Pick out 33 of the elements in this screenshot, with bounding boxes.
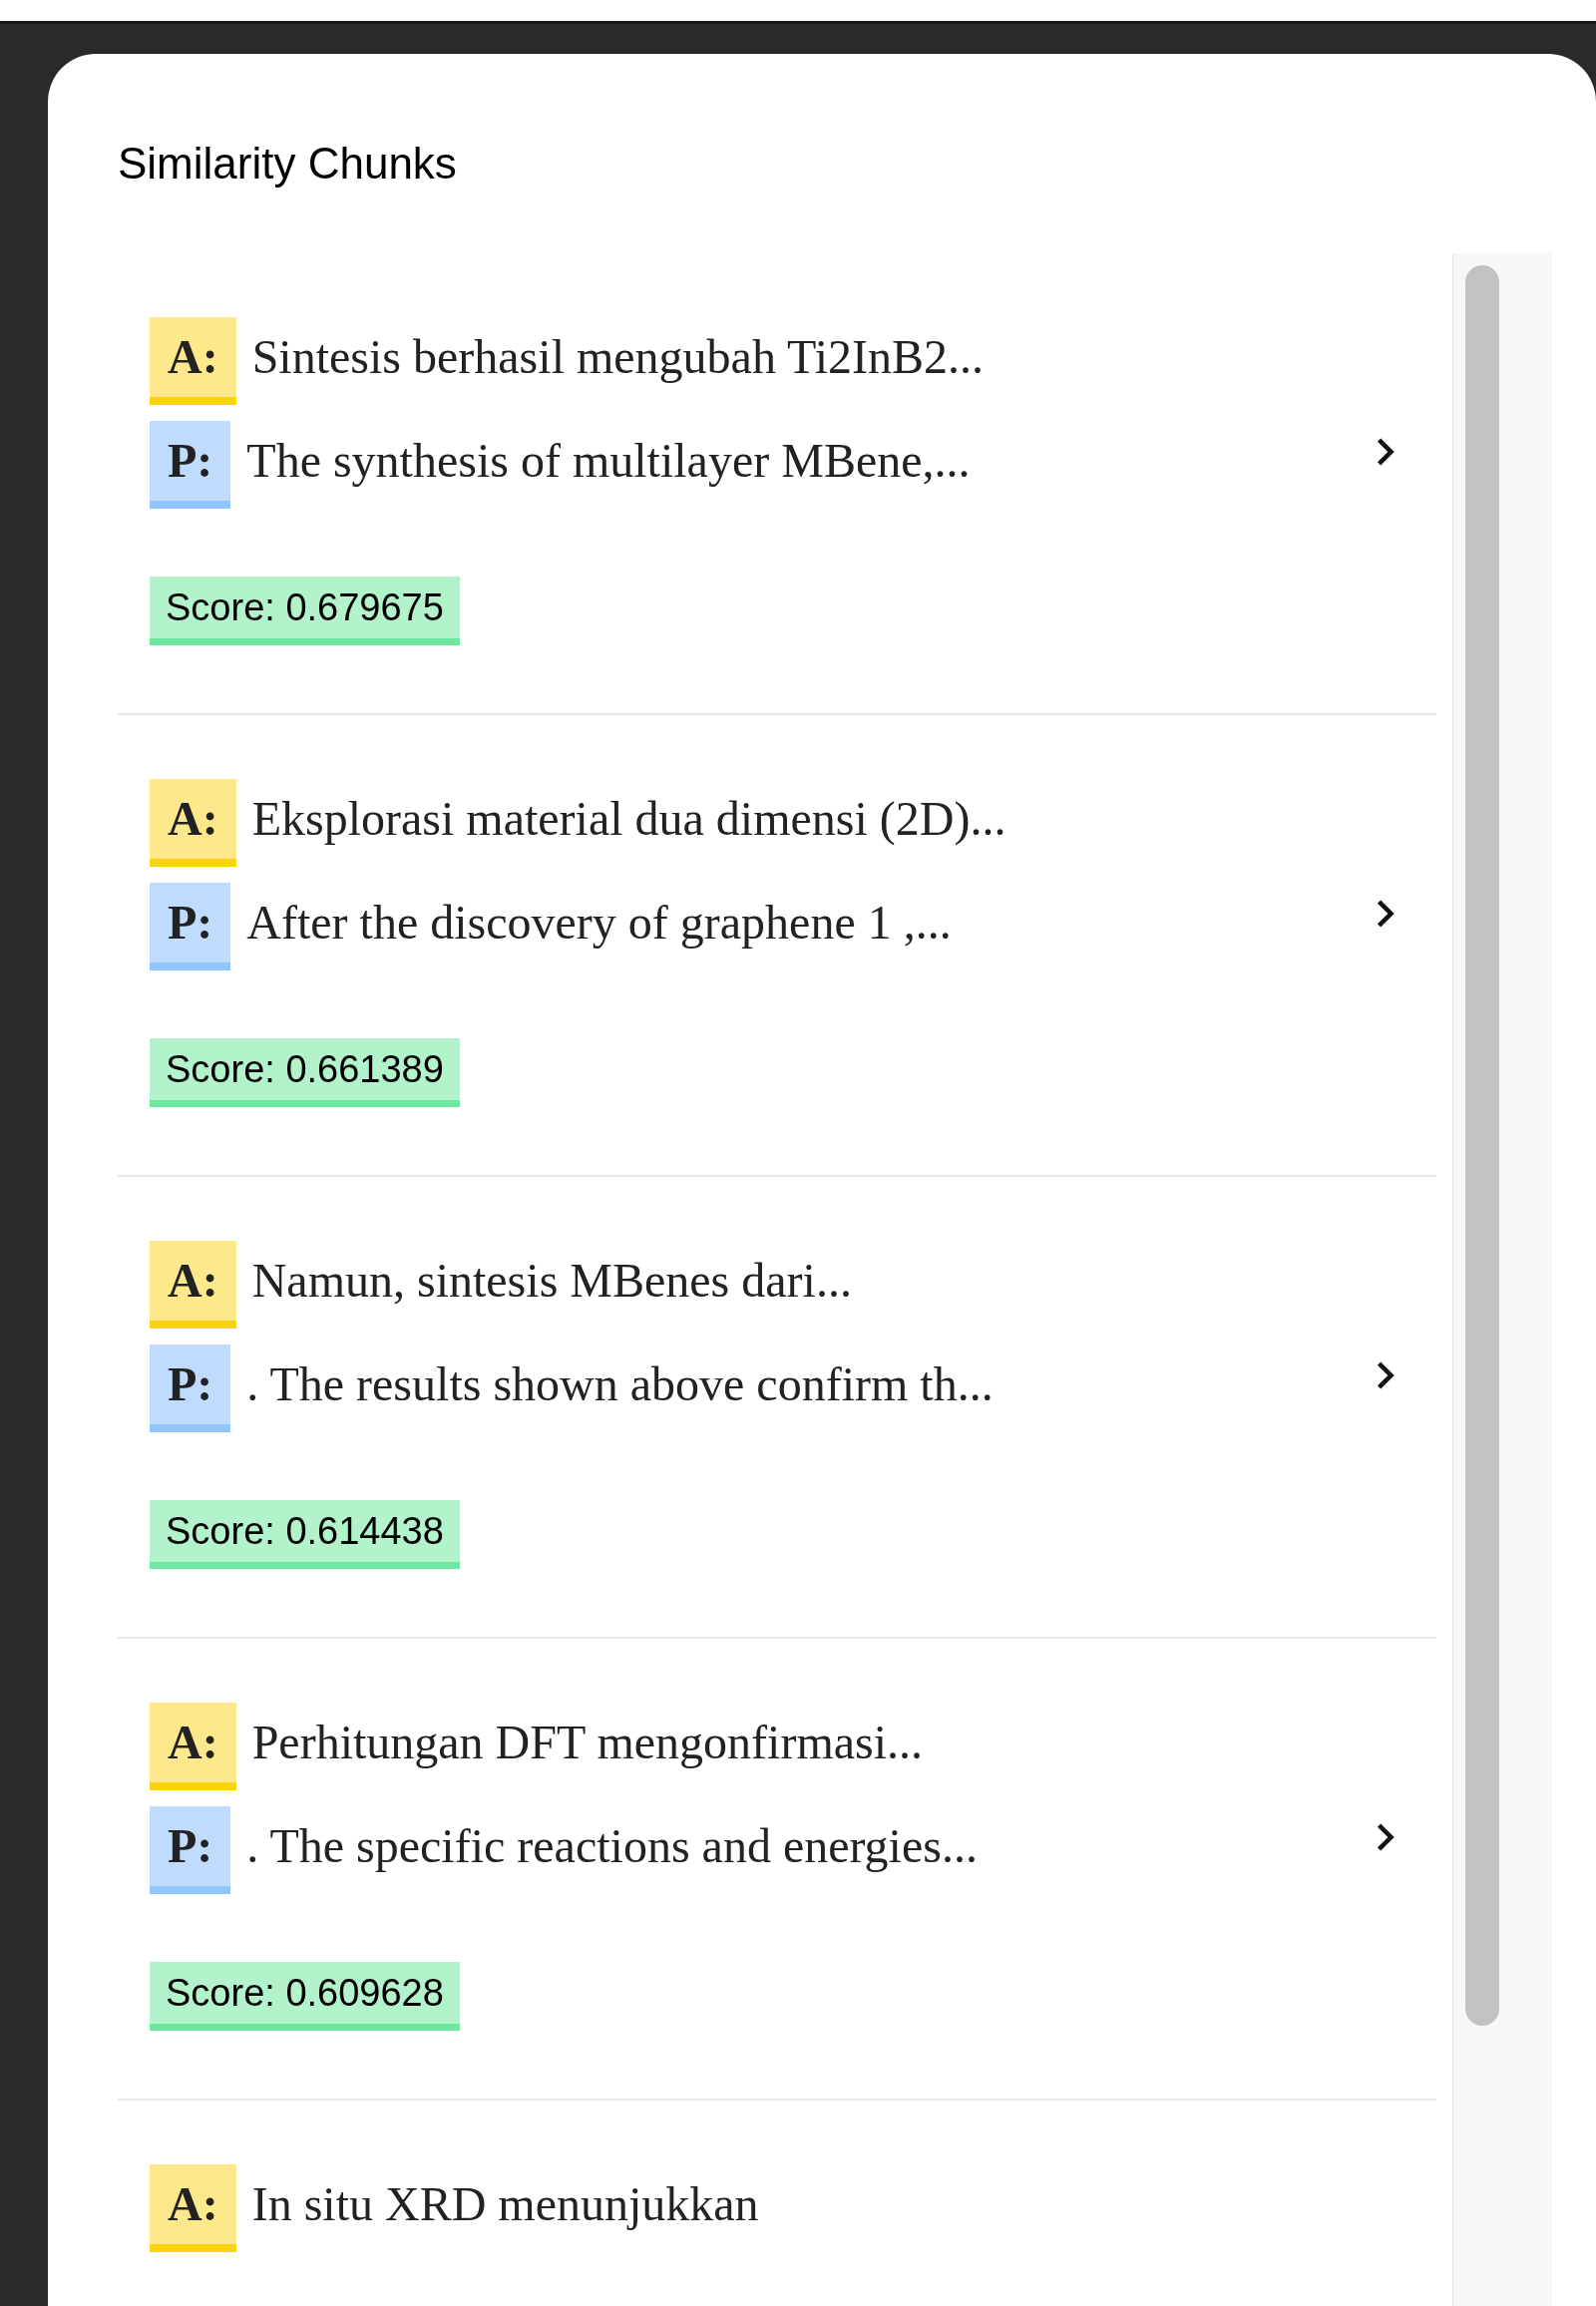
answer-text: In situ XRD menunjukkan [251, 2176, 759, 2232]
passage-text: The synthesis of multilayer MBene,... [246, 433, 971, 489]
answer-label: A: [150, 317, 236, 405]
score-badge: Score: 0.614438 [150, 1500, 460, 1569]
answer-text: Perhitungan DFT mengonfirmasi... [251, 1715, 924, 1770]
passage-label: P: [150, 1345, 231, 1432]
chunk-item[interactable]: A: Sintesis berhasil mengubah Ti2InB2... P: The synthesis of multilayer MBene,... Score: 0.679675 [118, 253, 1436, 715]
passage-text: After the discovery of graphene 1 ,... [246, 895, 952, 951]
chunk-item[interactable]: A: Namun, sintesis MBenes dari... P: . The results shown above confirm th... Score: 0.614438 [118, 1177, 1436, 1639]
answer-label: A: [150, 779, 236, 867]
passage-label: P: [150, 421, 231, 509]
score-badge: Score: 0.661389 [150, 1038, 460, 1107]
passage-text: . The specific reactions and energies... [246, 1818, 978, 1874]
chunk-item[interactable]: A: Perhitungan DFT mengonfirmasi... P: . The specific reactions and energies... Score: 0.609628 [118, 1639, 1436, 2101]
chevron-right-icon[interactable] [1375, 1359, 1396, 1390]
chunk-item[interactable]: A: In situ XRD menunjukkan [118, 2101, 1436, 2306]
answer-label: A: [150, 2164, 236, 2252]
answer-label: A: [150, 1703, 236, 1790]
panel-title: Similarity Chunks [118, 142, 457, 186]
chevron-right-icon[interactable] [1375, 436, 1396, 467]
chevron-right-icon[interactable] [1375, 1821, 1396, 1852]
score-badge: Score: 0.609628 [150, 1962, 460, 2031]
passage-label: P: [150, 1806, 231, 1894]
passage-label: P: [150, 883, 231, 970]
scrollbar-thumb[interactable] [1465, 265, 1499, 2026]
passage-text: . The results shown above confirm th... [246, 1356, 994, 1412]
score-badge: Score: 0.679675 [150, 576, 460, 645]
chevron-right-icon[interactable] [1375, 898, 1396, 929]
chunk-item[interactable]: A: Eksplorasi material dua dimensi (2D)... P: After the discovery of graphene 1 ,... Score: 0.661389 [118, 715, 1436, 1177]
answer-text: Namun, sintesis MBenes dari... [251, 1253, 852, 1309]
answer-label: A: [150, 1241, 236, 1329]
answer-text: Sintesis berhasil mengubah Ti2InB2... [251, 329, 984, 385]
answer-text: Eksplorasi material dua dimensi (2D)... [251, 791, 1006, 848]
